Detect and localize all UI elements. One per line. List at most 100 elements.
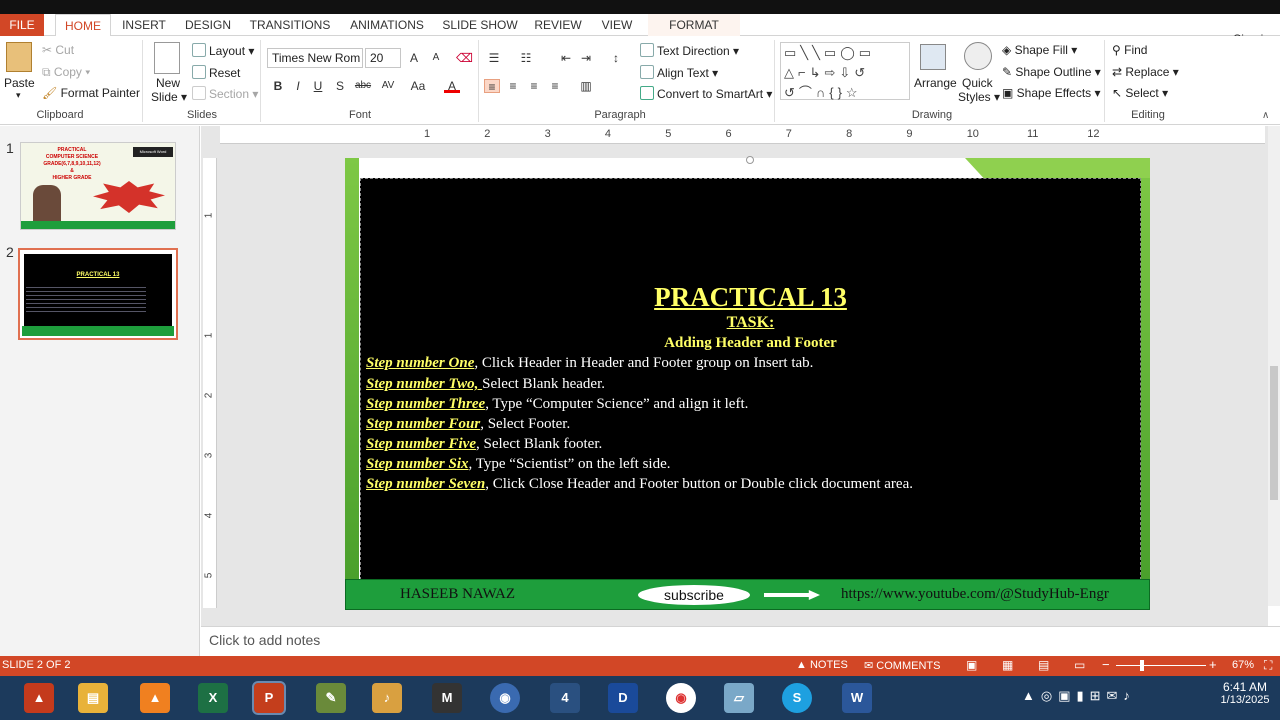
chrome-icon[interactable]: ◉ [666, 683, 696, 713]
reading-view-icon[interactable]: ▤ [1038, 658, 1049, 672]
shrink-font-button[interactable]: A [428, 51, 444, 65]
shape-effects-button[interactable]: ▣ Shape Effects ▾ [1002, 86, 1101, 100]
quick-styles-button[interactable]: Quick [962, 76, 993, 90]
tab-home[interactable]: HOME [55, 14, 111, 37]
notes-toggle[interactable]: ▲ NOTES [796, 659, 848, 671]
new-slide-button-line2[interactable]: Slide ▾ [151, 90, 187, 104]
slide-sorter-icon[interactable]: ▦ [1002, 658, 1013, 672]
paint-icon[interactable]: ✎ [316, 683, 346, 713]
system-tray-icons[interactable]: ▲◎▣▮⊞✉♪ [1022, 688, 1136, 704]
zoom-slider-thumb[interactable] [1140, 660, 1144, 671]
convert-smartart-button[interactable]: Convert to SmartArt ▾ [640, 86, 772, 101]
tab-transitions[interactable]: TRANSITIONS [246, 14, 334, 36]
select-button[interactable]: ↖ Select ▾ [1112, 86, 1168, 100]
tab-animations[interactable]: ANIMATIONS [344, 14, 430, 36]
bold-button[interactable]: B [270, 79, 286, 93]
numbering-icon[interactable]: ☷ [518, 51, 534, 65]
chevron-down-icon[interactable]: ▾ [16, 90, 21, 101]
collapse-ribbon-icon[interactable]: ∧ [1262, 110, 1269, 121]
underline-button[interactable]: U [310, 79, 326, 93]
dev-cpp-icon[interactable]: D [608, 683, 638, 713]
quick-styles-icon[interactable] [964, 42, 992, 70]
grow-font-button[interactable]: A [406, 51, 422, 65]
find-button[interactable]: ⚲ Find [1112, 43, 1147, 57]
justify-icon[interactable]: ≡ [547, 79, 563, 93]
new-slide-icon[interactable] [154, 42, 180, 74]
shape-fill-button[interactable]: ◈ Shape Fill ▾ [1002, 43, 1077, 57]
change-case-button[interactable]: Aa [408, 79, 428, 93]
zoom-level[interactable]: 67% [1232, 659, 1254, 671]
quick-styles-button-line2[interactable]: Styles ▾ [958, 90, 1000, 104]
columns-icon[interactable]: ▥ [578, 79, 594, 93]
tab-slideshow[interactable]: SLIDE SHOW [440, 14, 520, 36]
skype-icon[interactable]: S [782, 683, 812, 713]
arrange-button[interactable]: Arrange [914, 76, 957, 90]
select-label: Select [1125, 86, 1159, 100]
audio-icon[interactable]: ♪ [372, 683, 402, 713]
ribbon-tabs: FILE HOME INSERT DESIGN TRANSITIONS ANIM… [0, 14, 1280, 46]
cut-button[interactable]: ✂ Cut [42, 43, 74, 57]
tab-design[interactable]: DESIGN [180, 14, 236, 36]
tab-review[interactable]: REVIEW [530, 14, 586, 36]
section-button[interactable]: Section ▾ [192, 86, 258, 101]
clear-formatting-icon[interactable]: ⌫ [456, 51, 473, 65]
tab-format[interactable]: FORMAT [648, 14, 740, 36]
zoom-in-icon[interactable]: + [1209, 657, 1217, 672]
tab-file[interactable]: FILE [0, 14, 44, 36]
powerpoint-icon[interactable]: P [252, 681, 286, 715]
italic-button[interactable]: I [290, 79, 306, 93]
zoom-slider[interactable] [1116, 665, 1206, 666]
align-center-icon[interactable]: ≡ [505, 79, 521, 93]
vertical-scrollbar[interactable] [1268, 126, 1280, 606]
strikethrough-button[interactable]: abc [352, 79, 374, 93]
vlc-icon[interactable]: ▲ [140, 683, 170, 713]
zoom-out-icon[interactable]: − [1102, 657, 1110, 672]
layout-button[interactable]: Layout ▾ [192, 43, 254, 58]
matlab-icon[interactable]: ▲ [24, 683, 54, 713]
bullets-icon[interactable]: ☰ [486, 51, 502, 65]
browser-icon[interactable]: ◉ [490, 683, 520, 713]
new-slide-button[interactable]: New [156, 76, 180, 90]
clock[interactable]: 6:41 AM 1/13/2025 [1214, 680, 1276, 706]
comments-toggle[interactable]: ✉ COMMENTS [864, 659, 940, 672]
line-spacing-icon[interactable]: ↕ [608, 51, 624, 65]
arrange-icon[interactable] [920, 44, 946, 70]
shape-outline-button[interactable]: ✎ Shape Outline ▾ [1002, 65, 1101, 79]
normal-view-icon[interactable]: ▣ [966, 658, 977, 672]
copy-button[interactable]: ⧉ Copy ▾ [42, 65, 90, 80]
ms-project-icon[interactable]: M [432, 683, 462, 713]
font-size-combo[interactable]: 20 [365, 48, 401, 68]
shapes-gallery[interactable]: ▭╲╲▭◯▭ △⌐↳⇨⇩↺ ↺⌒∩{}☆ [780, 42, 910, 100]
excel-icon[interactable]: X [198, 683, 228, 713]
paste-button[interactable]: Paste [4, 76, 35, 90]
file-explorer-icon[interactable]: ▤ [78, 683, 108, 713]
app-4-icon[interactable]: 4 [550, 683, 580, 713]
align-right-icon[interactable]: ≡ [526, 79, 542, 93]
slideshow-view-icon[interactable]: ▭ [1074, 658, 1085, 672]
rotate-handle-icon[interactable] [746, 156, 754, 164]
tab-insert[interactable]: INSERT [118, 14, 170, 36]
step-line: Step number One, Click Header in Header … [366, 355, 813, 372]
slide-footer[interactable]: HASEEB NAWAZ subscribe https://www.youtu… [345, 579, 1150, 610]
format-painter-button[interactable]: 🖌 Format Painter [42, 86, 140, 100]
word-icon[interactable]: W [842, 683, 872, 713]
text-direction-button[interactable]: Text Direction ▾ [640, 43, 739, 58]
replace-button[interactable]: ⇄ Replace ▾ [1112, 65, 1179, 79]
slide-thumbnail-2[interactable]: PRACTICAL 13 [18, 248, 178, 340]
shadow-button[interactable]: S [332, 79, 348, 93]
notepad-icon[interactable]: ▱ [724, 683, 754, 713]
align-left-icon[interactable]: ≡ [484, 79, 500, 94]
font-color-button[interactable]: A [444, 79, 460, 93]
slide-thumbnail-1[interactable]: PRACTICAL COMPUTER SCIENCE GRADE(6,7,8,9… [20, 142, 176, 230]
decrease-indent-icon[interactable]: ⇤ [558, 51, 574, 65]
fit-to-window-icon[interactable]: ⛶ [1264, 658, 1272, 673]
reset-button[interactable]: Reset [192, 65, 240, 80]
align-text-button[interactable]: Align Text ▾ [640, 65, 718, 80]
scroll-thumb[interactable] [1270, 366, 1278, 500]
paste-icon[interactable] [6, 42, 32, 72]
notes-pane[interactable]: Click to add notes [201, 626, 1280, 656]
increase-indent-icon[interactable]: ⇥ [578, 51, 594, 65]
tab-view[interactable]: VIEW [596, 14, 638, 36]
char-spacing-button[interactable]: AV [378, 79, 398, 93]
font-name-combo[interactable]: Times New Rom [267, 48, 363, 68]
